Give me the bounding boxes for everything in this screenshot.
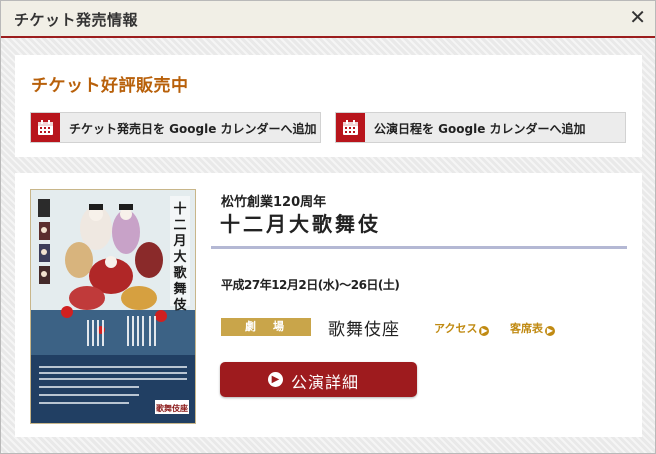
performance-title: 十二月大歌舞伎 xyxy=(220,212,381,236)
ticket-info-modal: チケット発売情報 ✕ チケット好評販売中 チケット発売日を Google カレン… xyxy=(0,0,656,454)
access-link-label: アクセス xyxy=(434,322,478,335)
svg-text:舞: 舞 xyxy=(172,281,186,297)
svg-text:歌: 歌 xyxy=(173,265,187,281)
svg-text:月: 月 xyxy=(172,234,186,249)
ticket-sale-card: チケット好評販売中 チケット発売日を Google カレンダーへ追加 公演日程を… xyxy=(15,55,642,157)
calendar-icon xyxy=(31,113,60,142)
arrow-right-circle-icon: ▶ xyxy=(479,326,490,336)
performance-poster-image[interactable]: 十 二 月 大 歌 舞 伎 歌舞伎座 xyxy=(30,189,196,424)
svg-text:歌舞伎座: 歌舞伎座 xyxy=(156,403,188,413)
calendar-icon xyxy=(336,113,365,142)
performance-details-button[interactable]: ▶ 公演詳細 xyxy=(220,362,417,397)
access-link[interactable]: アクセス ▶ xyxy=(434,320,490,336)
svg-text:十: 十 xyxy=(173,201,186,217)
add-performance-schedule-to-google-calendar-button[interactable]: 公演日程を Google カレンダーへ追加 xyxy=(335,112,626,143)
add-sale-date-to-google-calendar-button[interactable]: チケット発売日を Google カレンダーへ追加 xyxy=(30,112,321,143)
svg-text:二: 二 xyxy=(173,218,186,233)
modal-title: チケット発売情報 xyxy=(14,11,139,29)
arrow-right-circle-icon: ▶ xyxy=(545,326,555,336)
title-divider xyxy=(211,246,627,249)
seating-chart-link-label: 客席表 xyxy=(510,322,543,335)
venue-label-badge: 劇 場 xyxy=(221,318,311,336)
add-sale-date-button-label: チケット発売日を Google カレンダーへ追加 xyxy=(69,122,317,136)
close-icon[interactable]: ✕ xyxy=(629,5,646,29)
performance-details-button-label: 公演詳細 xyxy=(291,373,360,392)
seating-chart-link[interactable]: 客席表 ▶ xyxy=(510,320,555,336)
arrow-right-circle-icon: ▶ xyxy=(268,372,283,387)
svg-text:大: 大 xyxy=(173,249,186,265)
venue-name: 歌舞伎座 xyxy=(328,320,400,340)
modal-header: チケット発売情報 ✕ xyxy=(1,1,655,38)
performance-card: 十 二 月 大 歌 舞 伎 歌舞伎座 松竹創業120周年 十二月大歌舞伎 平成2… xyxy=(15,173,642,437)
add-schedule-button-label: 公演日程を Google カレンダーへ追加 xyxy=(374,122,586,136)
performance-dates: 平成27年12月2日(水)～26日(土) xyxy=(221,278,400,292)
sale-status-text: チケット好評販売中 xyxy=(31,76,189,96)
poster-artwork: 十 二 月 大 歌 舞 伎 歌舞伎座 xyxy=(31,190,195,423)
svg-text:伎: 伎 xyxy=(173,297,187,313)
